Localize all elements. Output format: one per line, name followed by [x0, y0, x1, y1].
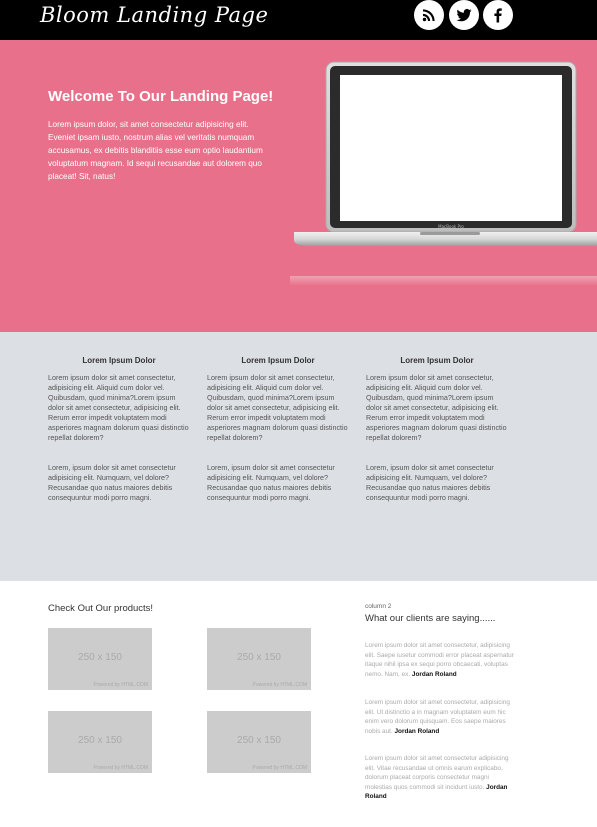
- product-image[interactable]: 250 x 150 Powered by HTML.COM: [207, 711, 311, 773]
- testimonial: Lorem ipsum dolor sit amet consectetur, …: [365, 641, 515, 679]
- product-image[interactable]: 250 x 150 Powered by HTML.COM: [48, 628, 152, 690]
- products-title: Check Out Our products!: [48, 603, 154, 614]
- placeholder-powered-label: Powered by HTML.COM: [252, 682, 307, 688]
- rss-icon: [422, 9, 435, 22]
- placeholder-size-label: 250 x 150: [237, 652, 281, 663]
- placeholder-powered-label: Powered by HTML.COM: [93, 765, 148, 771]
- feature-title: Lorem Ipsum Dolor: [82, 356, 156, 365]
- features-section: Lorem Ipsum Dolor Lorem ipsum dolor sit …: [0, 332, 597, 581]
- feature-text: Lorem, ipsum dolor sit amet consectetur …: [207, 463, 335, 502]
- placeholder-size-label: 250 x 150: [78, 735, 122, 746]
- column-label: column 2: [365, 603, 392, 610]
- hero-text: Lorem ipsum dolor, sit amet consectetur …: [48, 120, 263, 181]
- site-logo[interactable]: Bloom Landing Page: [40, 3, 268, 27]
- facebook-button[interactable]: [483, 0, 513, 30]
- twitter-button[interactable]: [449, 0, 479, 30]
- feature-column: Lorem Ipsum Dolor Lorem ipsum dolor sit …: [207, 356, 349, 503]
- testimonial-author: Jordan Roland: [411, 670, 457, 678]
- hero-title: Welcome To Our Landing Page!: [48, 88, 274, 105]
- site-header: Bloom Landing Page: [0, 0, 597, 40]
- feature-column: Lorem Ipsum Dolor Lorem ipsum dolor sit …: [48, 356, 190, 503]
- laptop-brand-label: MacBook Pro: [438, 224, 464, 229]
- feature-text: Lorem, ipsum dolor sit amet consectetur …: [366, 463, 494, 502]
- laptop-image: MacBook Pro: [294, 61, 597, 246]
- clients-title: What our clients are saying......: [365, 613, 496, 624]
- testimonial: Lorem ipsum dolor sit amet consectetur a…: [365, 754, 515, 802]
- placeholder-powered-label: Powered by HTML.COM: [93, 682, 148, 688]
- product-image[interactable]: 250 x 150 Powered by HTML.COM: [48, 711, 152, 773]
- product-image[interactable]: 250 x 150 Powered by HTML.COM: [207, 628, 311, 690]
- feature-text: Lorem ipsum dolor sit amet consectetur, …: [48, 373, 189, 442]
- placeholder-size-label: 250 x 150: [237, 735, 281, 746]
- facebook-icon: [494, 8, 502, 23]
- hero-section: Welcome To Our Landing Page! Lorem ipsum…: [0, 40, 597, 332]
- testimonial: Lorem ipsum dolor sit amet consectetur, …: [365, 698, 515, 736]
- feature-column: Lorem Ipsum Dolor Lorem ipsum dolor sit …: [366, 356, 508, 503]
- feature-title: Lorem Ipsum Dolor: [241, 356, 315, 365]
- feature-text: Lorem, ipsum dolor sit amet consectetur …: [48, 463, 176, 502]
- rss-button[interactable]: [414, 0, 444, 30]
- placeholder-powered-label: Powered by HTML.COM: [252, 765, 307, 771]
- laptop-reflection: [290, 276, 597, 286]
- feature-text: Lorem ipsum dolor sit amet consectetur, …: [207, 373, 348, 442]
- feature-title: Lorem Ipsum Dolor: [400, 356, 474, 365]
- testimonial-author: Jordan Roland: [394, 727, 440, 735]
- placeholder-size-label: 250 x 150: [78, 652, 122, 663]
- feature-text: Lorem ipsum dolor sit amet consectetur, …: [366, 373, 507, 442]
- twitter-icon: [456, 8, 472, 22]
